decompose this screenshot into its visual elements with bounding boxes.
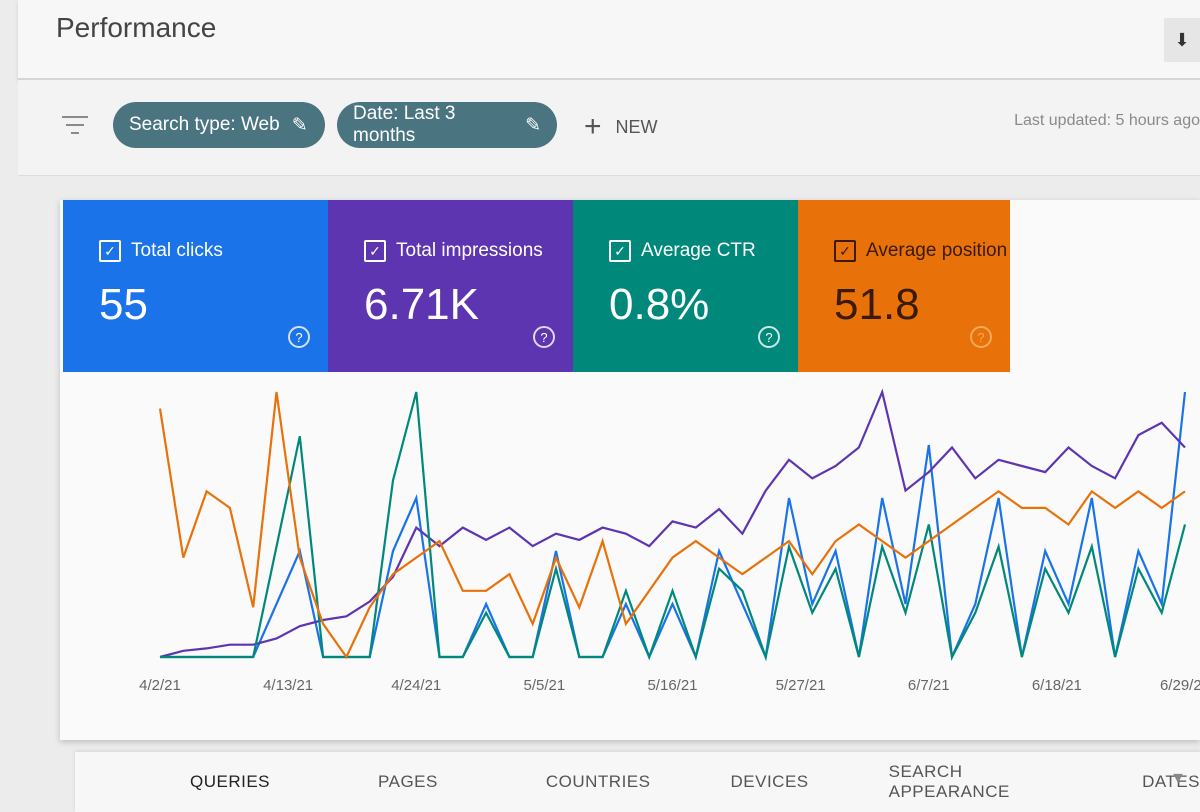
metric-card-ctr[interactable]: ✓ Average CTR 0.8% ? [573,200,798,372]
x-tick-label: 4/2/21 [139,677,181,694]
metric-label: Average position [866,240,1008,261]
help-icon[interactable]: ? [758,326,780,348]
metric-card-position[interactable]: ✓ Average position 51.8 ? [798,200,1010,372]
series-line-total-clicks [160,391,1187,662]
metric-label: Total clicks [131,240,223,261]
metric-card-impressions[interactable]: ✓ Total impressions 6.71K ? [328,200,573,372]
checkbox-icon[interactable]: ✓ [364,240,386,262]
page-header: Performance ⬇ [18,0,1200,80]
filter-icon[interactable]: ▼ [1170,770,1186,788]
chip-label: Date: Last 3 months [353,103,456,146]
x-tick-label: 5/5/21 [524,677,566,694]
metric-label: Total impressions [396,240,543,261]
metric-value: 6.71K [364,280,479,329]
metric-label: Average CTR [641,240,756,261]
tab-pages[interactable]: PAGES [378,772,438,792]
x-tick-label: 6/29/21 [1160,677,1200,694]
performance-panel: ✓ Total clicks 55 ? ✓ Total impressions 6.… [60,200,1200,740]
pencil-icon: ✎ [525,114,541,136]
new-label: NEW [615,116,658,137]
date-chip[interactable]: Date: Last 3 months ✎ [337,102,557,148]
page-title: Performance [56,12,217,43]
metric-value: 55 [99,280,148,329]
tab-search-appearance[interactable]: SEARCH APPEARANCE [889,762,1072,802]
filter-icon[interactable] [62,116,88,140]
metric-value: 51.8 [834,280,920,329]
performance-chart: 4/2/21 4/13/21 4/24/21 5/5/21 5/16/21 5/27/21… [139,388,1200,694]
metric-value: 0.8% [609,280,710,329]
tab-queries[interactable]: QUERIES [190,772,270,792]
x-tick-label: 4/13/21 [263,677,313,694]
x-tick-label: 5/27/21 [776,677,826,694]
pencil-icon: ✎ [291,114,308,136]
help-icon[interactable]: ? [288,326,310,348]
plus-icon: + [584,110,602,143]
search-type-chip[interactable]: Search type: Web ✎ [113,102,325,148]
checkbox-icon[interactable]: ✓ [99,240,121,262]
filter-bar: Search type: Web ✎ Date: Last 3 months ✎… [18,80,1200,176]
tab-devices[interactable]: DEVICES [730,772,808,792]
x-tick-label: 6/18/21 [1032,677,1082,694]
last-updated: Last updated: 5 hours ago [1014,112,1200,129]
x-tick-label: 6/7/21 [908,677,950,694]
chip-label: Search type: Web [129,114,280,135]
checkbox-icon[interactable]: ✓ [609,240,631,262]
metric-card-clicks[interactable]: ✓ Total clicks 55 ? [63,200,328,372]
help-icon[interactable]: ? [533,326,555,348]
tab-countries[interactable]: COUNTRIES [546,772,651,792]
checkbox-icon[interactable]: ✓ [834,240,856,262]
help-icon[interactable]: ? [970,326,992,348]
x-tick-label: 4/24/21 [391,677,441,694]
x-tick-label: 5/16/21 [647,677,697,694]
download-icon[interactable]: ⬇ [1164,18,1200,62]
dimension-tabs: QUERIES PAGES COUNTRIES DEVICES SEARCH A… [75,752,1200,812]
new-filter-button[interactable]: + NEW [584,110,658,144]
